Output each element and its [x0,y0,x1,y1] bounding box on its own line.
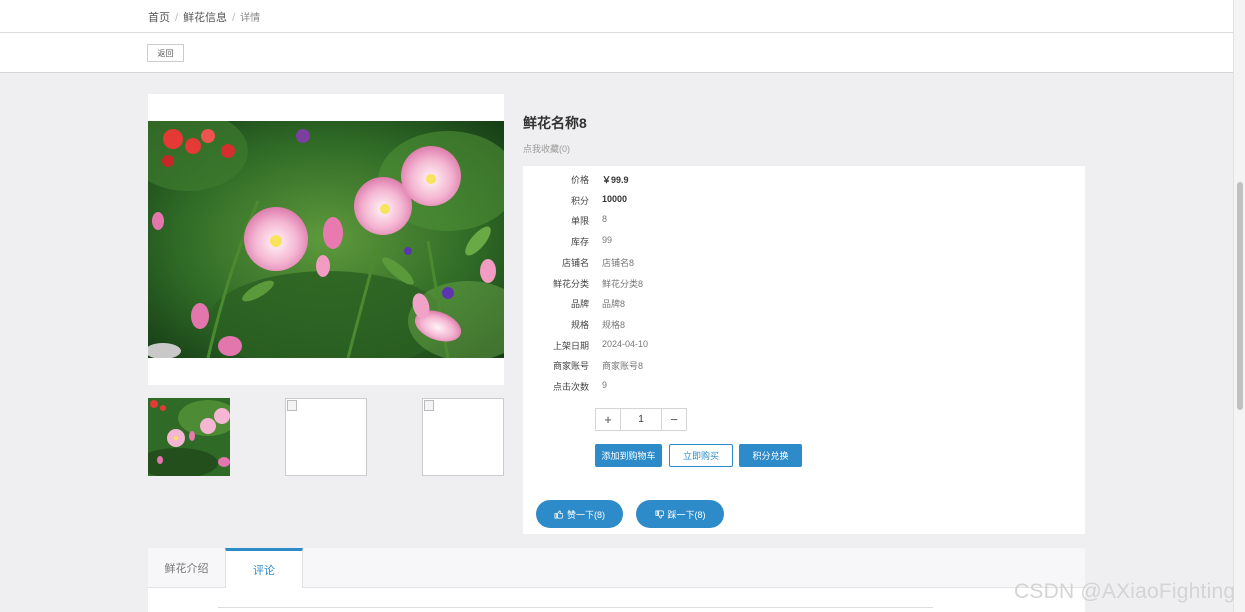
product-field-label: 规格 [570,319,589,330]
product-field-row: 点击次数 9 [523,380,923,394]
buy-now-button[interactable]: 立即购买 [669,444,733,467]
product-field-value: 品牌8 [602,299,626,310]
tab-flower-intro[interactable]: 鲜花介绍 [148,548,225,588]
quantity-input[interactable]: 1 [620,409,662,430]
product-field-label: 店铺名 [561,257,589,268]
product-field-value: 商家账号8 [602,361,644,372]
breadcrumb-separator: / [232,12,236,24]
page-scrollbar[interactable] [1233,0,1245,612]
product-field-value: 鲜花分类8 [602,278,644,289]
product-field-label: 品牌 [570,299,589,310]
tab-comments[interactable]: 评论 [225,548,303,589]
product-field-value: 99 [602,235,613,246]
product-field-value: 2024-04-10 [602,338,649,349]
back-button[interactable]: 返回 [147,44,184,62]
thumbs-down-icon [654,509,664,519]
product-field-label: 价格 [570,175,589,185]
breadcrumb-current: 详情 [240,13,261,24]
product-field-row: 上架日期 2024-04-10 [523,339,923,353]
product-field-row: 价格 ￥99.9 [523,173,923,187]
broken-image-icon [287,400,297,411]
thumbnail-3[interactable] [422,398,504,476]
product-title: 鲜花名称8 [523,115,587,131]
product-field-label: 商家账号 [552,361,589,372]
points-exchange-button[interactable]: 积分兑换 [739,444,802,467]
quantity-increase-button[interactable]: + [596,409,620,430]
quantity-stepper: + 1 − [595,408,687,431]
product-field-row: 库存 99 [523,235,923,249]
product-field-value: 店铺名8 [602,257,635,268]
product-field-label: 库存 [570,237,589,248]
detail-tabs: 鲜花介绍 评论 [148,548,1085,589]
content-divider [218,607,933,608]
breadcrumb-separator: / [175,12,179,24]
top-bar: 首页 / 鲜花信息 / 详情 [0,0,1233,33]
thumbnail-1[interactable] [148,398,230,476]
product-info-card: 价格 ￥99.9 积分 10000 单限 8 库存 99 店铺名 店铺名8 鲜花分类 鲜花分类8 品牌品… [523,166,1085,534]
product-field-label: 积分 [570,195,589,206]
product-field-value: 8 [602,214,608,225]
tab-content-panel [148,588,1085,612]
scrollbar-thumb[interactable] [1237,182,1243,410]
product-field-row: 商家账号 商家账号8 [523,359,923,373]
add-to-cart-button[interactable]: 添加到购物车 [595,444,662,467]
product-field-label: 点击次数 [552,382,589,392]
product-field-row: 鲜花分类 鲜花分类8 [523,277,923,291]
breadcrumb: 首页 / 鲜花信息 / 详情 [148,9,260,25]
product-field-value: 10000 [602,193,628,204]
breadcrumb-section[interactable]: 鲜花信息 [183,12,227,24]
dislike-button[interactable]: 踩一下(8) [636,500,724,528]
product-field-value: 9 [602,380,608,390]
product-field-value: 规格8 [602,319,626,330]
action-bar: 返回 [0,33,1233,73]
product-field-row: 积分 10000 [523,194,923,208]
product-field-row: 店铺名 店铺名8 [523,256,923,270]
thumbnail-2[interactable] [285,398,367,476]
product-field-label: 上架日期 [552,340,589,351]
breadcrumb-home[interactable]: 首页 [148,12,170,24]
dislike-label: 踩一下(8) [667,509,706,520]
broken-image-icon [424,400,434,411]
product-field-value: ￥99.9 [602,175,629,185]
favorite-link[interactable]: 点我收藏(0) [523,142,570,155]
quantity-decrease-button[interactable]: − [662,409,686,430]
product-field-label: 鲜花分类 [552,278,589,289]
like-button[interactable]: 赞一下(8) [536,500,623,528]
product-field-label: 单限 [570,216,589,227]
product-field-row: 规格 规格8 [523,318,923,332]
thumbs-up-icon [554,509,563,519]
like-label: 赞一下(8) [567,509,605,520]
product-main-image [148,121,504,358]
product-field-row: 单限 8 [523,214,923,228]
watermark: CSDN @AXiaoFighting [1014,580,1236,603]
product-field-row: 品牌 品牌8 [523,297,923,311]
